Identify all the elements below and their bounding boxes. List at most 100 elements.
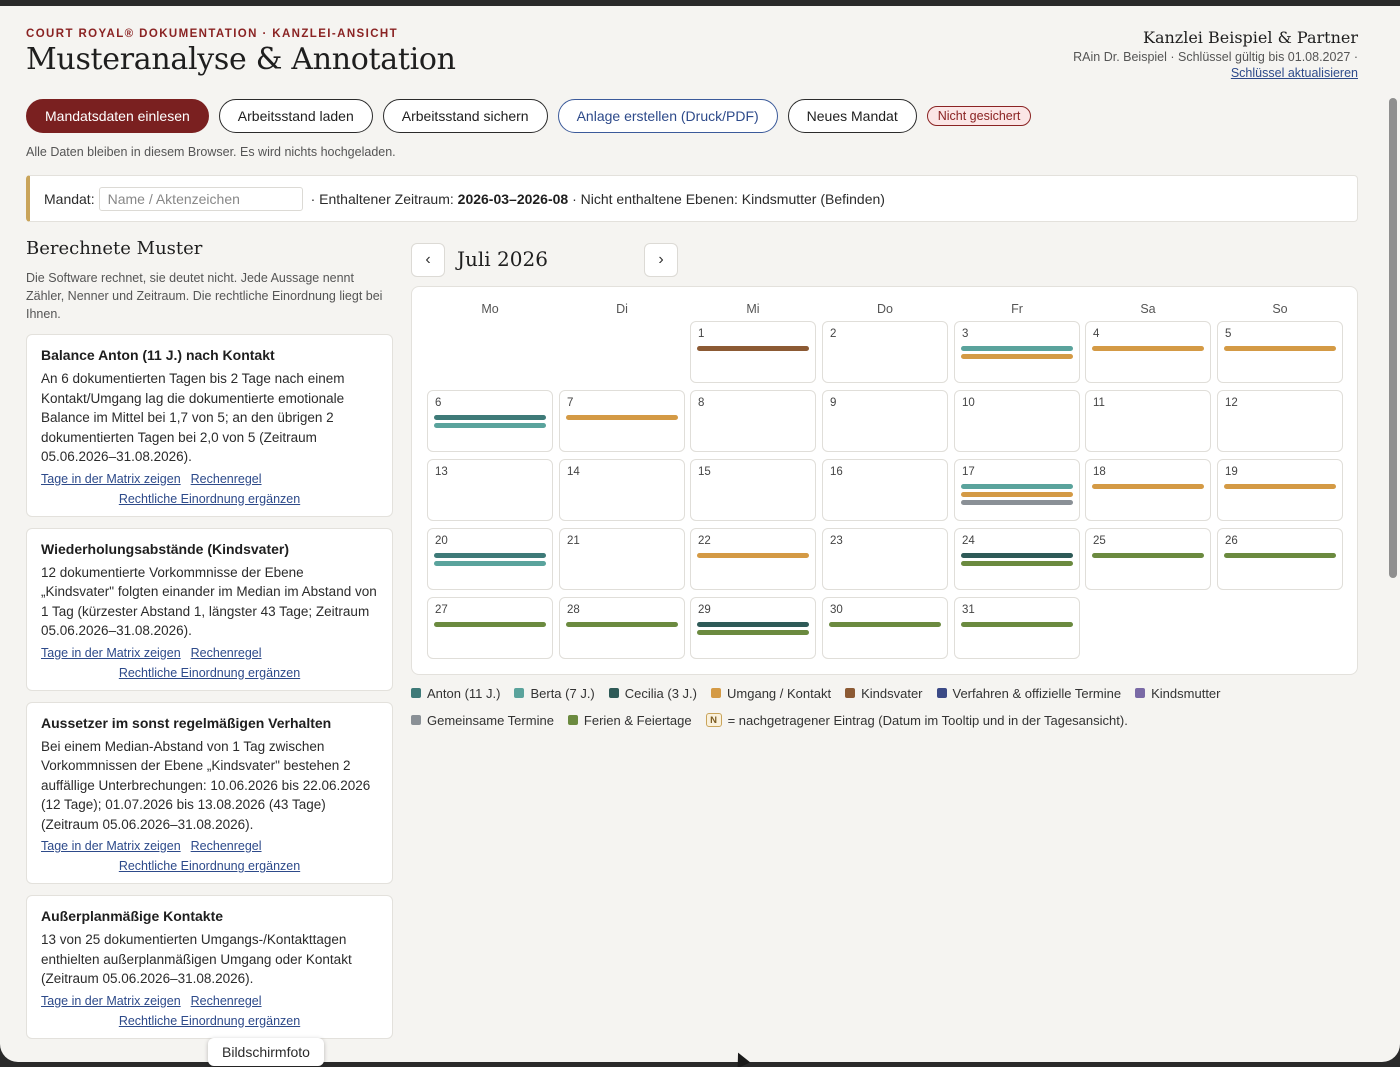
calendar-day[interactable]: 1 <box>690 321 816 383</box>
scrollbar-thumb[interactable] <box>1389 98 1397 578</box>
event-bar-umgang[interactable] <box>697 553 809 558</box>
legal-classification-link[interactable]: Rechtliche Einordnung ergänzen <box>119 859 300 873</box>
chevron-right-icon: › <box>658 251 664 268</box>
create-attachment-button[interactable]: Anlage erstellen (Druck/PDF) <box>557 99 778 133</box>
calendar-day[interactable]: 31 <box>954 597 1080 659</box>
calendar-day[interactable]: 24 <box>954 528 1080 590</box>
calendar-grid: Mo Di Mi Do Fr Sa So 1 2 3 4 5 6 7 8 9 10 11 12 13 14 15 16 17 1… <box>411 286 1358 675</box>
screenshot-tooltip: Bildschirmfoto <box>208 1038 324 1066</box>
event-bar-ferien[interactable] <box>961 561 1073 566</box>
event-bar-umgang[interactable] <box>1092 346 1204 351</box>
event-bar-umgang[interactable] <box>1224 346 1336 351</box>
calendar-day[interactable]: 3 <box>954 321 1080 383</box>
event-bar-cecilia[interactable] <box>961 553 1073 558</box>
event-bar-gemeinsam[interactable] <box>961 500 1073 505</box>
calendar-day[interactable]: 15 <box>690 459 816 521</box>
calendar-day[interactable]: 7 <box>559 390 685 452</box>
event-bar-ferien[interactable] <box>829 622 941 627</box>
calendar-day[interactable]: 13 <box>427 459 553 521</box>
calendar-day[interactable]: 30 <box>822 597 948 659</box>
mandate-input[interactable]: Name / Aktenzeichen <box>98 186 303 211</box>
day-number: 21 <box>567 535 580 547</box>
show-in-matrix-link[interactable]: Tage in der Matrix zeigen <box>41 994 181 1008</box>
calendar-day[interactable]: 18 <box>1085 459 1211 521</box>
event-bar-ferien[interactable] <box>566 622 678 627</box>
calendar-day[interactable]: 12 <box>1217 390 1343 452</box>
legal-classification-link[interactable]: Rechtliche Einordnung ergänzen <box>119 666 300 680</box>
event-bar-anton[interactable] <box>434 553 546 558</box>
event-bar-berta[interactable] <box>434 561 546 566</box>
calendar-day[interactable]: 20 <box>427 528 553 590</box>
event-bar-ferien[interactable] <box>434 622 546 627</box>
calendar-day[interactable]: 5 <box>1217 321 1343 383</box>
day-number: 1 <box>698 328 705 340</box>
day-number: 13 <box>435 466 448 478</box>
calculation-rule-link[interactable]: Rechenregel <box>191 472 262 486</box>
calendar-day[interactable]: 19 <box>1217 459 1343 521</box>
calendar-day[interactable]: 23 <box>822 528 948 590</box>
calendar-day[interactable]: 4 <box>1085 321 1211 383</box>
calendar-day[interactable]: 26 <box>1217 528 1343 590</box>
period-prefix: · Enthaltener Zeitraum: <box>310 190 454 207</box>
update-key-link[interactable]: Schlüssel aktualisieren <box>1073 66 1358 80</box>
calendar-day[interactable]: 16 <box>822 459 948 521</box>
legend-item-gemeinsam: Gemeinsame Termine <box>411 713 554 728</box>
calculation-rule-link[interactable]: Rechenregel <box>191 839 262 853</box>
pattern-card-list: Balance Anton (11 J.) nach Kontakt An 6 d… <box>26 334 393 1039</box>
show-in-matrix-link[interactable]: Tage in der Matrix zeigen <box>41 839 181 853</box>
calendar-day[interactable]: 11 <box>1085 390 1211 452</box>
event-bar-umgang[interactable] <box>1224 484 1336 489</box>
legend-label: Ferien & Feiertage <box>583 712 692 728</box>
event-bar-berta[interactable] <box>961 346 1073 351</box>
event-bar-ferien[interactable] <box>697 630 809 635</box>
patterns-title: Berechnete Muster <box>26 238 203 259</box>
event-bar-umgang[interactable] <box>961 354 1073 359</box>
event-bar-berta[interactable] <box>434 423 546 428</box>
save-state-button[interactable]: Arbeitsstand sichern <box>382 99 548 133</box>
next-month-button[interactable]: › <box>644 243 678 277</box>
event-bar-umgang[interactable] <box>566 415 678 420</box>
pattern-card-text: 12 dokumentierte Vorkommnisse der Ebene … <box>41 564 377 639</box>
calendar-day[interactable]: 25 <box>1085 528 1211 590</box>
calendar-legend: Anton (11 J.) Berta (7 J.) Cecilia (3 J.) U… <box>411 686 1361 740</box>
event-bar-ferien[interactable] <box>1092 553 1204 558</box>
calendar-day[interactable]: 6 <box>427 390 553 452</box>
show-in-matrix-link[interactable]: Tage in der Matrix zeigen <box>41 646 181 660</box>
calendar-day[interactable]: 29 <box>690 597 816 659</box>
load-mandate-button[interactable]: Mandatsdaten einlesen <box>26 99 209 133</box>
show-in-matrix-link[interactable]: Tage in der Matrix zeigen <box>41 472 181 486</box>
prev-month-button[interactable]: ‹ <box>411 243 445 277</box>
calculation-rule-link[interactable]: Rechenregel <box>191 994 262 1008</box>
calendar-day[interactable]: 10 <box>954 390 1080 452</box>
calendar-day[interactable]: 22 <box>690 528 816 590</box>
legend-swatch <box>1135 688 1146 698</box>
event-bar-umgang[interactable] <box>961 492 1073 497</box>
new-mandate-button[interactable]: Neues Mandat <box>787 99 917 133</box>
calendar-day[interactable]: 21 <box>559 528 685 590</box>
calendar-day[interactable]: 2 <box>822 321 948 383</box>
privacy-note: Alle Daten bleiben in diesem Browser. Es… <box>26 145 396 159</box>
calendar-day[interactable]: 9 <box>822 390 948 452</box>
event-bar-kindsvater[interactable] <box>697 346 809 351</box>
legal-classification-link[interactable]: Rechtliche Einordnung ergänzen <box>119 492 300 506</box>
legend-item-anton: Anton (11 J.) <box>411 686 500 701</box>
event-bar-berta[interactable] <box>961 484 1073 489</box>
calendar-day[interactable]: 17 <box>954 459 1080 521</box>
calendar-day[interactable]: 28 <box>559 597 685 659</box>
load-state-button[interactable]: Arbeitsstand laden <box>218 99 373 133</box>
calculation-rule-link[interactable]: Rechenregel <box>191 646 262 660</box>
event-bar-umgang[interactable] <box>1092 484 1204 489</box>
legend-label: Cecilia (3 J.) <box>624 685 698 701</box>
backfilled-badge-icon: N <box>705 713 722 727</box>
legend-item-verfahren: Verfahren & offizielle Termine <box>936 686 1121 701</box>
event-bar-anton[interactable] <box>434 415 546 420</box>
calendar-day[interactable]: 8 <box>690 390 816 452</box>
legend-label: Kindsmutter <box>1151 685 1221 701</box>
event-bar-cecilia[interactable] <box>697 622 809 627</box>
event-bar-ferien[interactable] <box>961 622 1073 627</box>
legend-item-berta: Berta (7 J.) <box>514 686 595 701</box>
legal-classification-link[interactable]: Rechtliche Einordnung ergänzen <box>119 1014 300 1028</box>
calendar-day[interactable]: 14 <box>559 459 685 521</box>
calendar-day[interactable]: 27 <box>427 597 553 659</box>
event-bar-ferien[interactable] <box>1224 553 1336 558</box>
